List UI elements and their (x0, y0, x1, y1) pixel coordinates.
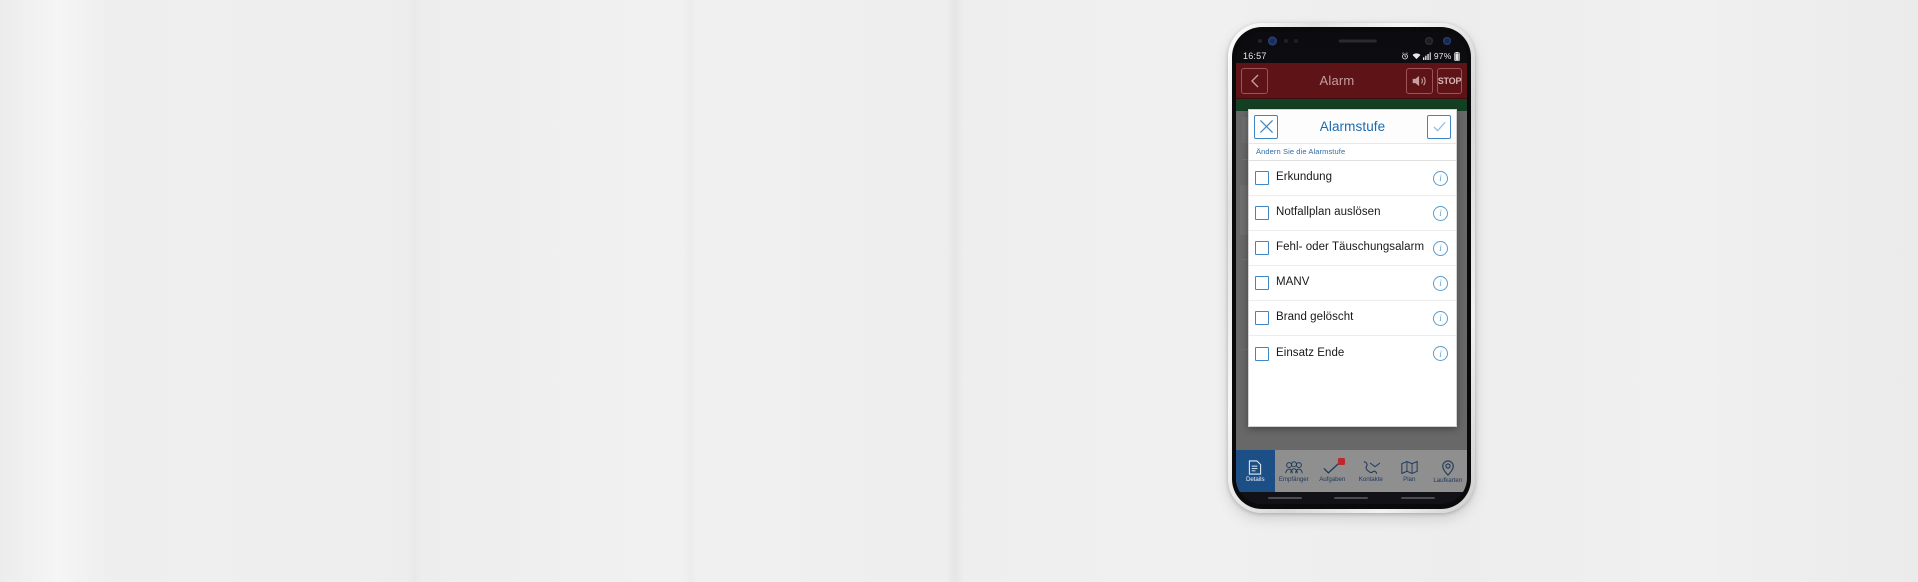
earpiece-speaker (1338, 39, 1377, 42)
info-icon[interactable]: i (1433, 346, 1448, 361)
nav-badge (1338, 458, 1346, 466)
people-icon (1285, 461, 1303, 474)
nav-label: Aufgaben (1319, 476, 1346, 484)
proximity-sensor-icon (1443, 36, 1451, 45)
list-item[interactable]: Notfallplan auslösen i (1249, 196, 1456, 231)
nav-item-kontakte[interactable]: Kontakte (1352, 450, 1391, 492)
battery-icon (1454, 51, 1460, 61)
home-bar[interactable] (1334, 497, 1369, 499)
info-icon[interactable]: i (1433, 240, 1448, 256)
nav-item-aufgaben[interactable]: Aufgaben (1313, 450, 1352, 492)
front-camera-icon (1268, 36, 1277, 45)
nav-item-empfaenger[interactable]: Empfänger (1275, 450, 1314, 492)
nav-icon-wrap (1441, 460, 1455, 476)
device-frame: 16:57 97% Alarm STOP Alarmstufe Ändern S… (1228, 23, 1475, 513)
recents-bar[interactable] (1268, 497, 1303, 499)
list-item[interactable]: Fehl- oder Täuschungsalarm i (1249, 231, 1456, 266)
option-label: MANV (1276, 276, 1310, 289)
document-icon (1249, 460, 1262, 475)
alarmstufe-option-list: Erkundung i Notfallplan auslösen i Fehl-… (1249, 161, 1456, 426)
nav-icon-wrap (1285, 460, 1303, 475)
list-item[interactable]: MANV i (1249, 266, 1456, 301)
info-icon[interactable]: i (1433, 310, 1448, 326)
chevron-left-icon (1250, 74, 1258, 87)
back-bar[interactable] (1400, 497, 1435, 499)
option-label: Brand gelöscht (1276, 311, 1354, 324)
app-content-area: Alarmstufe Ändern Sie die Alarmstufe Erk… (1236, 99, 1467, 450)
list-item[interactable]: Erkundung i (1249, 161, 1456, 196)
list-item[interactable]: Brand gelöscht i (1249, 301, 1456, 336)
dialog-close-button[interactable] (1254, 114, 1278, 139)
nav-icon-wrap (1401, 460, 1418, 475)
info-icon[interactable]: i (1433, 205, 1448, 221)
device-bezel: 16:57 97% Alarm STOP Alarmstufe Ändern S… (1232, 27, 1471, 509)
nav-item-details[interactable]: Details (1236, 450, 1275, 492)
battery-percent-label: 97% (1433, 51, 1452, 61)
option-label: Einsatz Ende (1276, 346, 1345, 359)
info-icon[interactable]: i (1433, 275, 1448, 291)
phone-screen: 16:57 97% Alarm STOP Alarmstufe Ändern S… (1236, 32, 1467, 504)
check-icon (1432, 121, 1446, 132)
list-item[interactable]: Einsatz Ende i (1249, 336, 1456, 371)
phone-device: 16:57 97% Alarm STOP Alarmstufe Ändern S… (1228, 23, 1475, 513)
nav-label: Kontakte (1358, 476, 1383, 484)
option-label: Fehl- oder Täuschungsalarm (1276, 241, 1425, 254)
info-icon[interactable]: i (1433, 170, 1448, 186)
option-checkbox[interactable] (1255, 276, 1269, 290)
option-checkbox[interactable] (1255, 311, 1269, 325)
option-label: Notfallplan auslösen (1276, 206, 1381, 219)
alarmstufe-dialog: Alarmstufe Ändern Sie die Alarmstufe Erk… (1248, 109, 1457, 427)
option-label: Erkundung (1276, 171, 1333, 184)
sensor-strip (1236, 32, 1467, 49)
pin-icon (1441, 460, 1454, 476)
nav-label: Empfänger (1278, 476, 1309, 484)
page-title: Alarm (1319, 73, 1355, 88)
nav-icon-wrap (1248, 460, 1262, 475)
page-background (0, 0, 1918, 582)
option-checkbox[interactable] (1255, 346, 1269, 361)
nav-label: Plan (1403, 476, 1416, 484)
wifi-icon (1412, 53, 1421, 60)
dialog-confirm-button[interactable] (1427, 114, 1451, 139)
gesture-navigation-bar (1236, 492, 1467, 504)
close-x-icon (1259, 119, 1273, 134)
nav-item-laufkarten[interactable]: Laufkarten (1429, 450, 1468, 492)
sensor-dot (1284, 38, 1288, 43)
sound-button[interactable] (1406, 67, 1433, 94)
nav-item-plan[interactable]: Plan (1390, 450, 1429, 492)
stop-button[interactable]: STOP (1437, 67, 1462, 94)
app-header: Alarm STOP (1236, 63, 1467, 99)
nav-label: Details (1245, 476, 1265, 484)
speaker-icon (1412, 75, 1426, 86)
signal-icon (1423, 52, 1432, 60)
option-checkbox[interactable] (1255, 171, 1269, 185)
phone-icon (1363, 461, 1380, 475)
nav-label: Laufkarten (1433, 476, 1463, 484)
iris-scanner-icon (1425, 36, 1433, 45)
nav-icon-wrap (1323, 458, 1346, 475)
bottom-navigation: Details Empfänger Aufgaben Kontakte Plan… (1236, 450, 1467, 492)
back-button[interactable] (1241, 67, 1268, 94)
sensor-dot (1294, 38, 1298, 43)
status-bar: 16:57 97% (1236, 49, 1467, 63)
nav-icon-wrap (1362, 460, 1380, 475)
dialog-header: Alarmstufe (1249, 110, 1456, 143)
option-checkbox[interactable] (1255, 241, 1269, 255)
map-icon (1401, 460, 1418, 475)
dialog-title: Alarmstufe (1319, 119, 1386, 134)
status-time: 16:57 (1243, 51, 1267, 61)
status-indicators: 97% (1401, 51, 1460, 61)
option-checkbox[interactable] (1255, 206, 1269, 220)
sensor-dot (1258, 38, 1262, 43)
dialog-subtitle: Ändern Sie die Alarmstufe (1249, 143, 1456, 161)
alarm-icon (1402, 52, 1409, 60)
